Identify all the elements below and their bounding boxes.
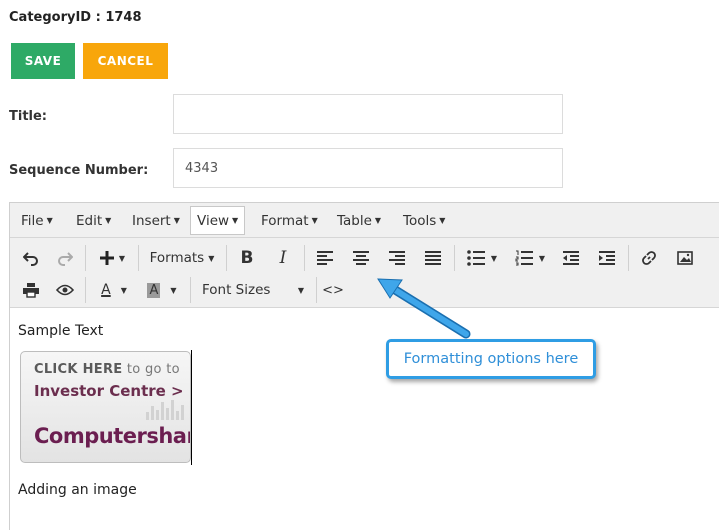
annotation-arrow [377, 278, 471, 339]
annotation-callout: Formatting options here [386, 339, 596, 379]
